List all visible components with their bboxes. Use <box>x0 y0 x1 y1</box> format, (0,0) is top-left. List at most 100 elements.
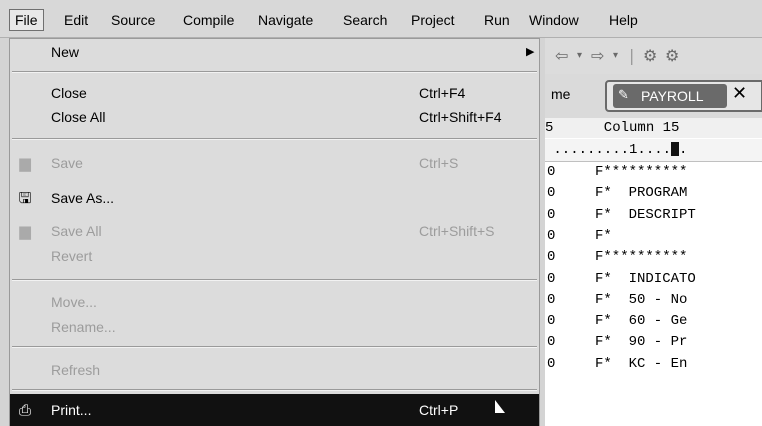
line-text: F* INDICATO <box>595 270 696 287</box>
line-marker: 0 <box>547 270 556 287</box>
back-arrow-icon[interactable]: ⇦ <box>555 46 568 65</box>
column-header: 5 Column 15 <box>545 118 762 138</box>
line-text: F* KC - En <box>595 355 688 372</box>
menu-item-shortcut: Ctrl+Shift+S <box>419 223 495 239</box>
code-line: 0 F* 90 - Pr <box>545 332 762 353</box>
menu-run[interactable]: Run <box>484 9 510 31</box>
toolbar-separator: | <box>629 46 635 65</box>
menu-item-move[interactable]: Move... <box>10 291 539 313</box>
line-text: F* 60 - Ge <box>595 313 688 330</box>
menu-item-shortcut: Ctrl+Shift+F4 <box>419 109 502 125</box>
menu-separator <box>12 346 537 348</box>
menu-item-label: Close All <box>51 109 106 125</box>
line-marker: 0 <box>547 291 556 308</box>
menu-project[interactable]: Project <box>411 9 455 31</box>
menu-navigate[interactable]: Navigate <box>258 9 313 31</box>
menu-source[interactable]: Source <box>111 9 155 31</box>
menu-separator <box>12 138 537 140</box>
tab-payroll-label-box: ✎ PAYROLL <box>613 84 727 108</box>
printer-icon: ⎙ <box>18 401 31 419</box>
menu-item-label: Close <box>51 85 87 101</box>
code-line: 0 F* PROGRAM <box>545 183 762 204</box>
menu-item-save[interactable]: ▆ Save Ctrl+S <box>10 152 539 174</box>
code-line: 0 F* DESCRIPT <box>545 205 762 226</box>
menu-separator <box>12 71 537 73</box>
tab-payroll[interactable]: ✎ PAYROLL ✕ <box>605 80 762 112</box>
menu-item-label: Print... <box>51 402 92 418</box>
line-marker: 0 <box>547 206 556 223</box>
menu-item-shortcut: Ctrl+S <box>419 155 459 171</box>
close-icon[interactable]: ✕ <box>732 83 747 104</box>
menu-item-label: New <box>51 44 80 60</box>
menu-item-shortcut: Ctrl+F4 <box>419 85 466 101</box>
mouse-pointer-icon <box>495 400 505 413</box>
toolbar: ⇦ ▾ ⇨ ▾ | ⚙ ⚙ <box>545 38 762 74</box>
line-text: F* 90 - Pr <box>595 334 688 351</box>
code-line: 0 F* <box>545 226 762 247</box>
editor-area: ⇦ ▾ ⇨ ▾ | ⚙ ⚙ me ✎ PAYROLL ✕ 5 Column 15… <box>545 38 762 426</box>
menu-compile[interactable]: Compile <box>183 9 234 31</box>
tab-partial[interactable]: me <box>551 86 570 102</box>
forward-arrow-icon[interactable]: ⇨ <box>591 46 604 65</box>
line-text: F********** <box>595 164 688 180</box>
ruler: .........1..... <box>545 139 762 162</box>
toolbar-tool-icon-1[interactable]: ⚙ <box>643 46 657 65</box>
toolbar-tool-icon-2[interactable]: ⚙ <box>665 46 679 65</box>
save-as-icon: 🖫 <box>18 189 32 207</box>
tab-payroll-label: PAYROLL <box>641 88 704 104</box>
line-text: F* DESCRIPT <box>595 206 696 223</box>
menu-file[interactable]: File <box>9 9 44 31</box>
code-line: 0 F********** <box>545 162 762 183</box>
menu-item-label: Rename... <box>51 319 116 335</box>
line-marker: 0 <box>547 249 556 266</box>
code-editor[interactable]: 5 Column 15 .........1..... 0 F**********… <box>545 118 762 426</box>
line-text: F********** <box>595 249 688 266</box>
menu-item-label: Save As... <box>51 190 115 206</box>
menu-item-label: Refresh <box>51 362 101 378</box>
ruler-text: .........1.... <box>545 142 672 158</box>
text-cursor <box>671 142 680 157</box>
code-line: 0 F* INDICATO <box>545 269 762 290</box>
menu-item-label: Save <box>51 155 83 171</box>
menu-item-rename[interactable]: Rename... <box>10 316 539 338</box>
forward-dropdown-icon[interactable]: ▾ <box>613 50 618 61</box>
ruler-tail: . <box>679 142 688 158</box>
menu-item-close-all[interactable]: Close All Ctrl+Shift+F4 <box>10 106 539 128</box>
menu-item-save-all[interactable]: ▆ Save All Ctrl+Shift+S <box>10 220 539 242</box>
code-line: 0 F********** <box>545 247 762 268</box>
menu-separator <box>12 279 537 281</box>
line-marker: 0 <box>547 164 556 180</box>
back-dropdown-icon[interactable]: ▾ <box>577 50 582 61</box>
save-icon: ▆ <box>19 154 31 172</box>
line-marker: 0 <box>547 227 556 244</box>
menu-item-new[interactable]: New ▶ <box>10 41 539 63</box>
menu-separator <box>12 389 537 391</box>
pencil-icon: ✎ <box>618 88 629 103</box>
line-text: F* 50 - No <box>595 291 688 308</box>
line-marker: 0 <box>547 185 556 202</box>
code-line: 0 F* 60 - Ge <box>545 311 762 332</box>
menu-item-label: Move... <box>51 294 97 310</box>
menu-item-revert[interactable]: Revert <box>10 245 539 267</box>
menu-search[interactable]: Search <box>343 9 387 31</box>
menu-item-label: Save All <box>51 223 102 239</box>
submenu-arrow-icon: ▶ <box>526 45 535 58</box>
file-menu: New ▶ Close Ctrl+F4 Close All Ctrl+Shift… <box>9 38 540 426</box>
line-marker: 0 <box>547 334 556 351</box>
menu-edit[interactable]: Edit <box>64 9 88 31</box>
menu-bar: File Edit Source Compile Navigate Search… <box>0 0 762 38</box>
editor-tab-row: me ✎ PAYROLL ✕ <box>545 74 762 119</box>
menu-item-refresh[interactable]: Refresh <box>10 359 539 381</box>
menu-item-label: Revert <box>51 248 93 264</box>
menu-window[interactable]: Window <box>529 9 579 31</box>
menu-help[interactable]: Help <box>609 9 638 31</box>
code-line: 0 F* KC - En <box>545 354 762 375</box>
menu-item-save-as[interactable]: 🖫 Save As... <box>10 187 539 209</box>
menu-item-print[interactable]: ⎙ Print... Ctrl+P <box>10 394 539 426</box>
menu-item-shortcut: Ctrl+P <box>419 402 459 418</box>
line-marker: 0 <box>547 313 556 330</box>
menu-item-close[interactable]: Close Ctrl+F4 <box>10 82 539 104</box>
code-line: 0 F* 50 - No <box>545 290 762 311</box>
line-marker: 0 <box>547 355 556 372</box>
line-text: F* <box>595 227 612 244</box>
